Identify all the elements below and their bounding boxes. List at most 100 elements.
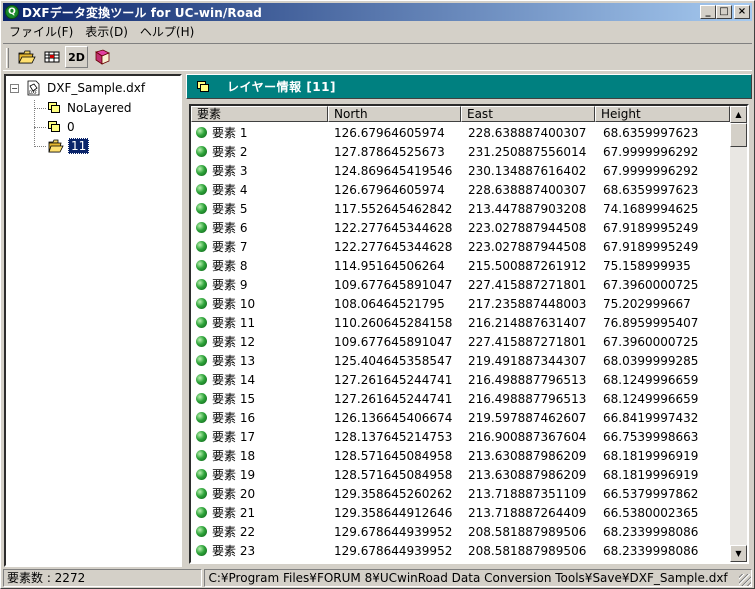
open-folder-icon — [17, 50, 36, 64]
cell-height: 67.3960000725 — [603, 334, 699, 349]
cell-height: 67.9189995249 — [603, 239, 699, 254]
table-row[interactable]: 要素 23 129.678644939952 208.581887989506 68.… — [191, 541, 730, 560]
toolbar: 2D — [3, 43, 752, 71]
scroll-down-button[interactable]: ▼ — [730, 545, 747, 562]
column-header-element[interactable]: 要素 — [191, 106, 328, 122]
table-row[interactable]: 要素 7 122.277645344628 223.027887944508 67.9… — [191, 237, 730, 256]
cell-height: 68.1819996919 — [603, 467, 699, 482]
cell-east: 217.235887448003 — [468, 296, 587, 311]
pane-splitter[interactable] — [182, 74, 186, 567]
cell-north: 128.571645084958 — [334, 467, 453, 482]
table-row[interactable]: 要素 5 117.552645462842 213.447887903208 74.1… — [191, 199, 730, 218]
element-table[interactable]: 要素 North East Height 要素 1 126.67964605974… — [189, 104, 749, 564]
cell-north: 129.678644939952 — [334, 543, 453, 558]
cell-element: 要素 9 — [191, 276, 328, 293]
table-row[interactable]: 要素 13 125.404645358547 219.491887344307 68.… — [191, 351, 730, 370]
layer-tree[interactable]: − DXF DXF_Sample.dxf NoLayered 0 11 — [4, 74, 182, 567]
column-header-north[interactable]: North — [328, 106, 461, 122]
element-label: 要素 8 — [212, 259, 248, 273]
tree-layer-label: 0 — [67, 120, 75, 134]
resize-grip-handle[interactable] — [739, 574, 751, 586]
cell-east: 227.415887271801 — [468, 277, 587, 292]
table-row[interactable]: 要素 18 128.571645084958 213.630887986209 68.… — [191, 446, 730, 465]
cell-element: 要素 1 — [191, 124, 328, 141]
table-row[interactable]: 要素 8 114.95164506264 215.500887261912 75.15… — [191, 256, 730, 275]
element-count-status: 要素数 : 2272 — [3, 569, 203, 587]
close-button[interactable]: × — [734, 5, 750, 19]
cell-element: 要素 5 — [191, 200, 328, 217]
table-row[interactable]: 要素 15 127.261645244741 216.498887796513 68.… — [191, 389, 730, 408]
minimize-button[interactable]: _ — [700, 5, 716, 19]
element-label: 要素 18 — [212, 449, 256, 463]
element-label: 要素 20 — [212, 487, 256, 501]
open-folder-button[interactable] — [15, 46, 38, 68]
table-row[interactable]: 要素 16 126.136645406674 219.597887462607 66.… — [191, 408, 730, 427]
table-row[interactable]: 要素 20 129.358645260262 213.718887351109 66.… — [191, 484, 730, 503]
cell-north: 124.869645419546 — [334, 163, 453, 178]
table-row[interactable]: 要素 1 126.67964605974 228.638887400307 68.63… — [191, 123, 730, 142]
column-header-height[interactable]: Height — [595, 106, 730, 122]
collapse-icon[interactable]: − — [10, 83, 19, 93]
tree-item-layer-nolayered[interactable]: NoLayered — [48, 100, 134, 116]
cell-height: 67.3960000725 — [603, 277, 699, 292]
vertical-scrollbar[interactable]: ▲ ▼ — [730, 106, 747, 562]
layer-info-title: レイヤー情報 [11] — [227, 80, 336, 94]
maximize-button[interactable]: □ — [716, 5, 732, 19]
cell-element: 要素 14 — [191, 371, 328, 388]
cell-east: 219.491887344307 — [468, 353, 587, 368]
tree-item-layer-11[interactable]: 11 — [48, 138, 90, 154]
scroll-thumb[interactable] — [730, 123, 747, 147]
element-bullet-icon — [196, 545, 207, 556]
tree-item-layer-0[interactable]: 0 — [48, 119, 77, 135]
table-row[interactable]: 要素 3 124.869645419546 230.134887616402 67.9… — [191, 161, 730, 180]
table-row[interactable]: 要素 17 128.137645214753 216.900887367604 66.… — [191, 427, 730, 446]
scroll-up-button[interactable]: ▲ — [730, 106, 747, 123]
menu-help[interactable]: ヘルプ(H) — [134, 23, 200, 40]
table-row[interactable]: 要素 11 110.260645284158 216.214887631407 76.… — [191, 313, 730, 332]
cell-north: 110.260645284158 — [334, 315, 453, 330]
element-label: 要素 15 — [212, 392, 256, 406]
cell-north: 126.136645406674 — [334, 410, 453, 425]
cell-east: 223.027887944508 — [468, 239, 587, 254]
menu-bar: ファイル(F) 表示(D) ヘルプ(H) — [3, 22, 752, 41]
element-bullet-icon — [196, 298, 207, 309]
table-row[interactable]: 要素 6 122.277645344628 223.027887944508 67.9… — [191, 218, 730, 237]
uc-win-road-icon[interactable]: Q — [5, 5, 19, 19]
title-bar[interactable]: Q DXFデータ変換ツール for UC-win/Road _ □ × — [3, 3, 752, 21]
table-row[interactable]: 要素 2 127.87864525673 231.250887556014 67.99… — [191, 142, 730, 161]
table-row[interactable]: 要素 9 109.677645891047 227.415887271801 67.3… — [191, 275, 730, 294]
manual-button[interactable] — [90, 46, 113, 68]
element-label: 要素 11 — [212, 316, 256, 330]
element-bullet-icon — [196, 469, 207, 480]
tree-item-root[interactable]: − DXF DXF_Sample.dxf — [10, 80, 147, 96]
element-bullet-icon — [196, 355, 207, 366]
table-row[interactable]: 要素 22 129.678644939952 208.581887989506 68.… — [191, 522, 730, 541]
cell-north: 127.87864525673 — [334, 144, 445, 159]
menu-file[interactable]: ファイル(F) — [3, 23, 79, 40]
column-header-east[interactable]: East — [461, 106, 595, 122]
menu-view[interactable]: 表示(D) — [79, 23, 134, 40]
convert-button[interactable] — [40, 46, 63, 68]
cell-north: 109.677645891047 — [334, 277, 453, 292]
element-bullet-icon — [196, 146, 207, 157]
view-2d-button[interactable]: 2D — [65, 46, 88, 68]
element-bullet-icon — [196, 203, 207, 214]
table-row[interactable]: 要素 21 129.358644912646 213.718887264409 66.… — [191, 503, 730, 522]
svg-text:DXF: DXF — [29, 90, 38, 95]
table-row[interactable]: 要素 4 126.67964605974 228.638887400307 68.63… — [191, 180, 730, 199]
table-row[interactable]: 要素 19 128.571645084958 213.630887986209 68.… — [191, 465, 730, 484]
element-bullet-icon — [196, 393, 207, 404]
table-row[interactable]: 要素 14 127.261645244741 216.498887796513 68.… — [191, 370, 730, 389]
cell-height: 67.9189995249 — [603, 220, 699, 235]
cell-height: 66.7539998663 — [603, 429, 699, 444]
cell-east: 216.498887796513 — [468, 372, 587, 387]
toolbar-grip-handle[interactable] — [6, 48, 9, 68]
window-controls: _ □ × — [700, 5, 750, 19]
cell-element: 要素 23 — [191, 542, 328, 559]
layer-icon — [197, 81, 209, 92]
cell-east: 230.134887616402 — [468, 163, 587, 178]
table-row[interactable]: 要素 12 109.677645891047 227.415887271801 67.… — [191, 332, 730, 351]
table-row[interactable]: 要素 10 108.06464521795 217.235887448003 75.2… — [191, 294, 730, 313]
cell-height: 68.1249996659 — [603, 391, 699, 406]
cell-east: 213.718887351109 — [468, 486, 587, 501]
